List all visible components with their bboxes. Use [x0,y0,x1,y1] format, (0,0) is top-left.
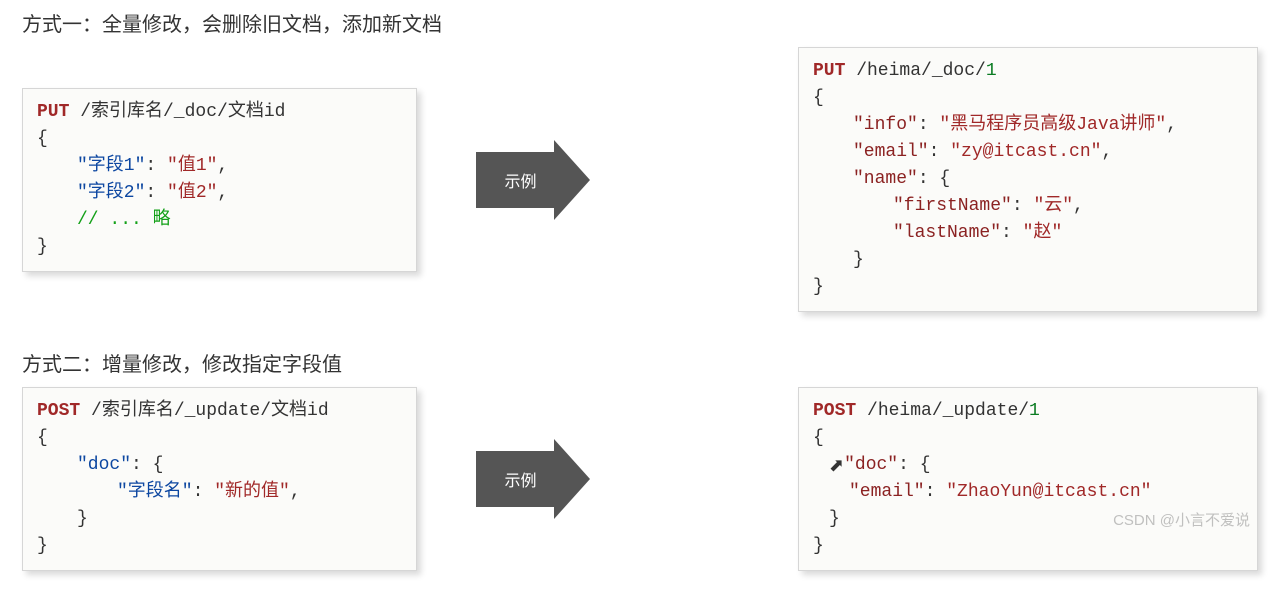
json-key: "name" [853,169,918,189]
json-value: "云" [1033,196,1073,216]
arrow-icon: 示例 [476,152,554,208]
brace-open: { [37,129,48,149]
section2-row: POST /索引库名/_update/文档id { "doc": { "字段名"… [22,387,1258,571]
section2-example-code: POST /heima/_update/1 { ⬉"doc": { "email… [798,387,1258,571]
json-key: "doc" [844,455,898,475]
json-key: "字段名" [117,482,193,502]
json-key: "字段1" [77,156,145,176]
json-key: "info" [853,115,918,135]
json-key: "lastName" [893,223,1001,243]
json-value: "赵" [1023,223,1063,243]
json-value: "值2" [167,183,217,203]
url-path: /heima/_update/ [856,401,1029,421]
section-partial-update: 方式二：增量修改，修改指定字段值 POST /索引库名/_update/文档id… [22,348,1258,571]
example-arrow: 示例 [457,152,572,208]
section1-example-code: PUT /heima/_doc/1 { "info": "黑马程序员高级Java… [798,47,1258,312]
json-value: "新的值" [214,482,290,502]
section1-template-code: PUT /索引库名/_doc/文档id { "字段1": "值1", "字段2"… [22,88,417,272]
url-path: /heima/_doc/ [845,61,985,81]
cursor-icon: ⬉ [829,454,844,481]
url-path: /索引库名/_doc/文档id [69,102,285,122]
doc-id: 1 [1029,401,1040,421]
section2-template-code: POST /索引库名/_update/文档id { "doc": { "字段名"… [22,387,417,571]
json-key: "doc" [77,455,131,475]
http-method: PUT [813,61,845,81]
http-method: POST [813,401,856,421]
json-value: "值1" [167,156,217,176]
arrow-label: 示例 [504,467,536,491]
http-method: PUT [37,102,69,122]
watermark: CSDN @小言不爱说 [1113,509,1250,530]
section1-row: PUT /索引库名/_doc/文档id { "字段1": "值1", "字段2"… [22,47,1258,312]
json-value: "黑马程序员高级Java讲师" [939,115,1166,135]
json-value: "ZhaoYun@itcast.cn" [946,482,1151,502]
json-key: "email" [849,482,925,502]
json-key: "字段2" [77,183,145,203]
arrow-icon: 示例 [476,451,554,507]
json-value: "zy@itcast.cn" [950,142,1101,162]
example-arrow: 示例 [457,451,572,507]
arrow-label: 示例 [504,168,536,192]
url-path: /索引库名/_update/文档id [80,401,328,421]
section2-title: 方式二：增量修改，修改指定字段值 [22,348,1258,377]
doc-id: 1 [986,61,997,81]
brace-close: } [37,237,48,257]
json-key: "email" [853,142,929,162]
section-full-update: 方式一：全量修改，会删除旧文档，添加新文档 PUT /索引库名/_doc/文档i… [22,8,1258,312]
json-key: "firstName" [893,196,1012,216]
http-method: POST [37,401,80,421]
json-comment: // ... 略 [77,210,171,230]
section1-title: 方式一：全量修改，会删除旧文档，添加新文档 [22,8,1258,37]
